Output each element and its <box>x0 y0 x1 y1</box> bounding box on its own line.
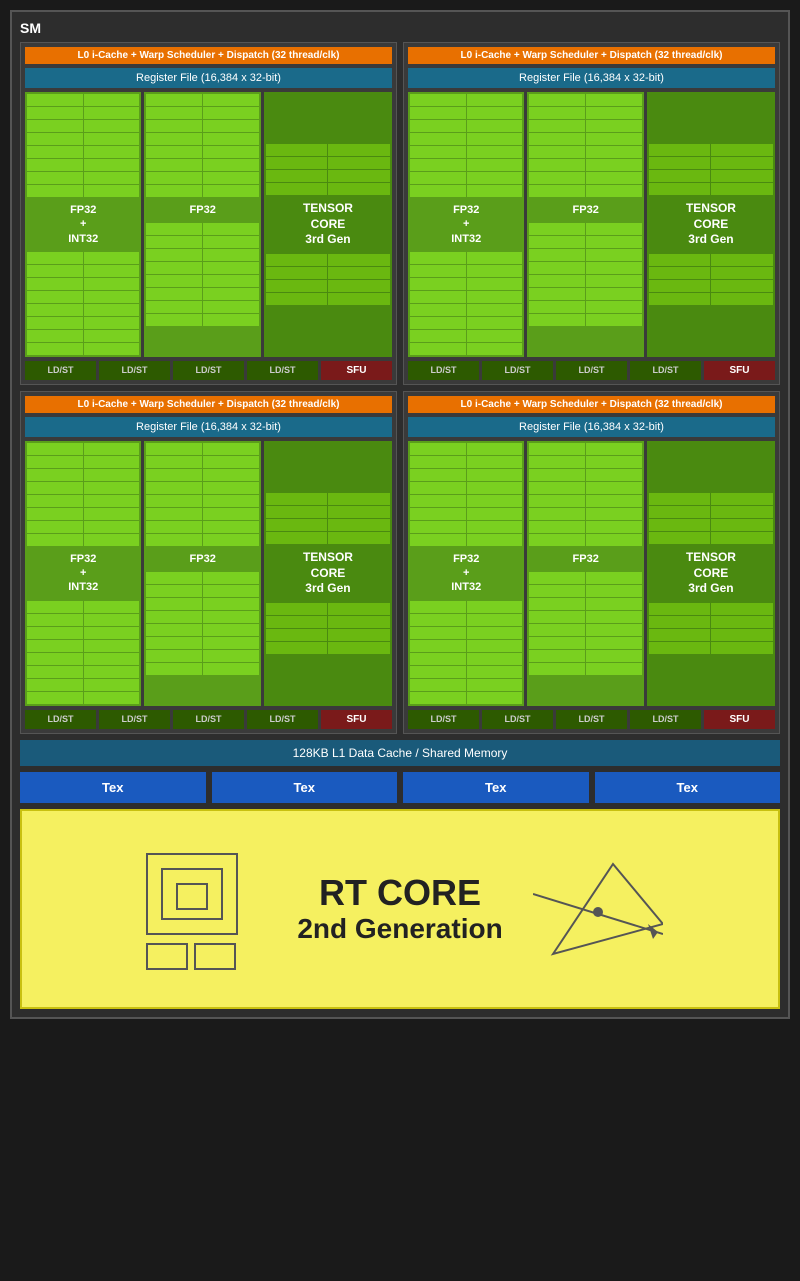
ldst-1-2: LD/ST <box>556 361 627 380</box>
tensor-core-block-0: TENSORCORE3rd Gen <box>264 92 392 357</box>
quadrant-0: L0 i-Cache + Warp Scheduler + Dispatch (… <box>20 42 397 385</box>
sm-container: SM L0 i-Cache + Warp Scheduler + Dispatc… <box>10 10 790 1019</box>
ldst-0-2: LD/ST <box>173 361 244 380</box>
quadrant-3: L0 i-Cache + Warp Scheduler + Dispatch (… <box>403 391 780 734</box>
ldst-0-0: LD/ST <box>25 361 96 380</box>
fp32-int32-block-2: FP32+INT32 <box>25 441 141 706</box>
sfu-2: SFU <box>321 710 392 729</box>
tensor-label-3: TENSORCORE3rd Gen <box>684 546 738 601</box>
l0-cache-bar-2: L0 i-Cache + Warp Scheduler + Dispatch (… <box>25 396 392 413</box>
rt-bvh-icon <box>137 844 267 974</box>
l1-cache-bar: 128KB L1 Data Cache / Shared Memory <box>20 740 780 766</box>
ldst-0-3: LD/ST <box>247 361 318 380</box>
ldst-2-0: LD/ST <box>25 710 96 729</box>
tex-unit-2: Tex <box>403 772 589 803</box>
sfu-3: SFU <box>704 710 775 729</box>
tex-unit-1: Tex <box>212 772 398 803</box>
quadrant-1: L0 i-Cache + Warp Scheduler + Dispatch (… <box>403 42 780 385</box>
ldst-2-1: LD/ST <box>99 710 170 729</box>
tex-unit-0: Tex <box>20 772 206 803</box>
rt-core-section: RT CORE 2nd Generation <box>20 809 780 1009</box>
register-file-2: Register File (16,384 x 32-bit) <box>25 417 392 437</box>
fp32-label-0: FP32 <box>144 199 260 221</box>
fp32-label-1: FP32 <box>527 199 643 221</box>
fp32-int32-label-1: FP32+INT32 <box>408 199 524 250</box>
bottom-units-1: LD/ST LD/ST LD/ST LD/ST SFU <box>408 361 775 380</box>
fp32-block-1: FP32 <box>527 92 643 357</box>
register-file-1: Register File (16,384 x 32-bit) <box>408 68 775 88</box>
ldst-1-0: LD/ST <box>408 361 479 380</box>
fp32-int32-label-2: FP32+INT32 <box>25 548 141 599</box>
register-file-0: Register File (16,384 x 32-bit) <box>25 68 392 88</box>
ldst-1-1: LD/ST <box>482 361 553 380</box>
tensor-label-1: TENSORCORE3rd Gen <box>684 197 738 252</box>
rt-core-content: RT CORE 2nd Generation <box>137 844 662 974</box>
tensor-core-block-2: TENSORCORE3rd Gen <box>264 441 392 706</box>
rt-ray-icon <box>533 844 663 974</box>
sfu-0: SFU <box>321 361 392 380</box>
ldst-0-1: LD/ST <box>99 361 170 380</box>
rt-core-subtitle: 2nd Generation <box>297 913 502 945</box>
fp32-block-3: FP32 <box>527 441 643 706</box>
tensor-label-0: TENSORCORE3rd Gen <box>301 197 355 252</box>
tex-unit-3: Tex <box>595 772 781 803</box>
quadrants-grid: L0 i-Cache + Warp Scheduler + Dispatch (… <box>20 42 780 734</box>
rt-core-title: RT CORE <box>297 873 502 913</box>
fp32-block-2: FP32 <box>144 441 260 706</box>
fp32-int32-block-1: FP32+INT32 <box>408 92 524 357</box>
fp32-int32-label-0: FP32+INT32 <box>25 199 141 250</box>
ldst-2-3: LD/ST <box>247 710 318 729</box>
l0-cache-bar-3: L0 i-Cache + Warp Scheduler + Dispatch (… <box>408 396 775 413</box>
fp32-int32-label-3: FP32+INT32 <box>408 548 524 599</box>
tensor-label-2: TENSORCORE3rd Gen <box>301 546 355 601</box>
bottom-units-2: LD/ST LD/ST LD/ST LD/ST SFU <box>25 710 392 729</box>
bottom-units-3: LD/ST LD/ST LD/ST LD/ST SFU <box>408 710 775 729</box>
register-file-3: Register File (16,384 x 32-bit) <box>408 417 775 437</box>
ldst-3-0: LD/ST <box>408 710 479 729</box>
fp32-int32-block-3: FP32+INT32 <box>408 441 524 706</box>
fp32-block-0: FP32 <box>144 92 260 357</box>
fp32-label-3: FP32 <box>527 548 643 570</box>
ldst-2-2: LD/ST <box>173 710 244 729</box>
tensor-core-block-3: TENSORCORE3rd Gen <box>647 441 775 706</box>
ldst-3-1: LD/ST <box>482 710 553 729</box>
ldst-3-2: LD/ST <box>556 710 627 729</box>
sfu-1: SFU <box>704 361 775 380</box>
l0-cache-bar-1: L0 i-Cache + Warp Scheduler + Dispatch (… <box>408 47 775 64</box>
tensor-core-block-1: TENSORCORE3rd Gen <box>647 92 775 357</box>
ldst-3-3: LD/ST <box>630 710 701 729</box>
sm-label: SM <box>20 20 780 36</box>
tex-row: Tex Tex Tex Tex <box>20 772 780 803</box>
fp32-label-2: FP32 <box>144 548 260 570</box>
fp32-int32-block-0: FP32+INT32 <box>25 92 141 357</box>
rt-core-text: RT CORE 2nd Generation <box>297 873 502 945</box>
l0-cache-bar-0: L0 i-Cache + Warp Scheduler + Dispatch (… <box>25 47 392 64</box>
bottom-units-0: LD/ST LD/ST LD/ST LD/ST SFU <box>25 361 392 380</box>
quadrant-2: L0 i-Cache + Warp Scheduler + Dispatch (… <box>20 391 397 734</box>
ldst-1-3: LD/ST <box>630 361 701 380</box>
